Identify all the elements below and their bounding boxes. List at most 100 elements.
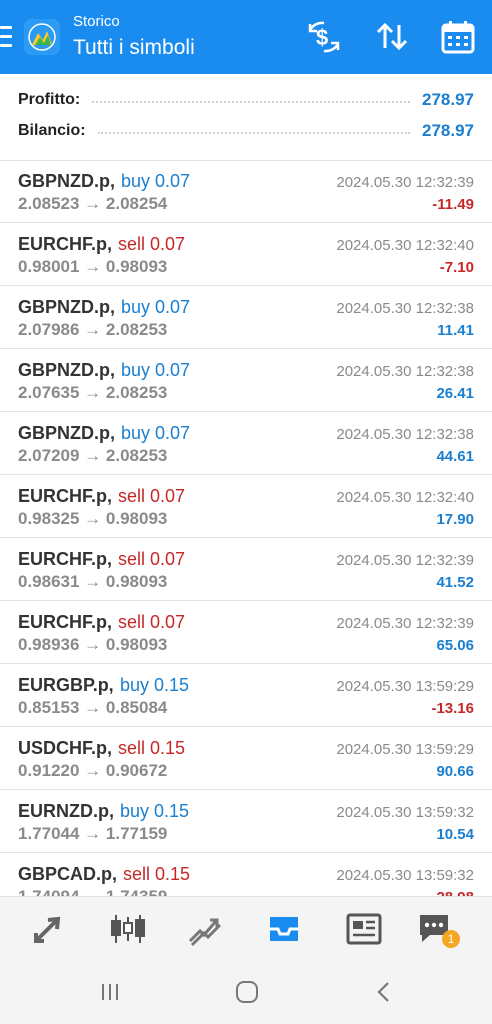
- calendar-icon[interactable]: [438, 18, 478, 56]
- balance-value: 278.97: [422, 121, 474, 140]
- trades-list: GBPNZD.p, buy 0.07 2.08523 → 2.08254 2024.0…: [0, 160, 492, 896]
- trade-time: 2024.05.30 13:59:32: [336, 804, 474, 821]
- system-navigation-bar: [0, 960, 492, 1024]
- chart-icon[interactable]: [108, 911, 148, 947]
- trade-side: sell 0.07: [118, 486, 186, 506]
- menu-icon[interactable]: [0, 26, 12, 48]
- chat-icon[interactable]: 1: [416, 911, 460, 948]
- trade-time: 2024.05.30 12:32:38: [336, 363, 474, 380]
- trade-prices: 1.77044 → 1.77159: [18, 824, 168, 843]
- trade-time: 2024.05.30 13:59:29: [336, 741, 474, 758]
- trade-side: sell 0.07: [118, 612, 186, 632]
- trade-row[interactable]: EURNZD.p, buy 0.15 1.77044 → 1.77159 2024.0…: [0, 790, 492, 853]
- trade-side: buy 0.15: [120, 801, 190, 821]
- trade-profit: 17.90: [436, 511, 474, 528]
- history-icon[interactable]: [264, 911, 304, 947]
- trade-symbol: GBPCAD.p,: [18, 864, 117, 884]
- trade-side: sell 0.07: [118, 549, 186, 569]
- dotted-leader: [97, 132, 410, 134]
- balance-label: Bilancio:: [18, 122, 86, 139]
- profit-row: Profitto: 278.97: [18, 88, 474, 112]
- svg-text:$: $: [316, 25, 328, 50]
- trade-time: 2024.05.30 12:32:38: [336, 426, 474, 443]
- top-app-bar: Storico Tutti i simboli $: [0, 0, 492, 74]
- profit-value: 278.97: [422, 90, 474, 109]
- trade-time: 2024.05.30 12:32:39: [336, 552, 474, 569]
- trade-row[interactable]: GBPNZD.p, buy 0.07 2.07209 → 2.08253 2024.0…: [0, 412, 492, 475]
- recent-apps-icon[interactable]: [96, 978, 126, 1006]
- trade-profit: -11.49: [432, 196, 474, 213]
- trade-prices: 0.98631 → 0.98093: [18, 572, 168, 591]
- trade-profit: 10.54: [436, 826, 474, 843]
- trade-symbol: GBPNZD.p,: [18, 297, 115, 317]
- trade-row[interactable]: EURCHF.p, sell 0.07 0.98325 → 0.98093 2024.…: [0, 475, 492, 538]
- trade-time: 2024.05.30 12:32:38: [336, 300, 474, 317]
- trade-side: sell 0.15: [118, 738, 186, 758]
- trade-prices: 0.85153 → 0.85084: [18, 698, 168, 717]
- trade-prices: 2.07986 → 2.08253: [18, 320, 168, 339]
- trade-row[interactable]: GBPCAD.p, sell 0.15 1.74094 → 1.74359 2024.…: [0, 853, 492, 896]
- trade-time: 2024.05.30 13:59:32: [336, 867, 474, 884]
- trade-prices: 1.74094 → 1.74359: [18, 887, 167, 896]
- trade-side: buy 0.07: [121, 297, 191, 317]
- trade-symbol: EURCHF.p,: [18, 486, 112, 506]
- trade-profit: -28.98: [431, 889, 474, 896]
- trade-prices: 2.07635 → 2.08253: [18, 383, 168, 402]
- trade-prices: 0.91220 → 0.90672: [18, 761, 168, 780]
- trade-side: sell 0.15: [123, 864, 191, 884]
- trade-row[interactable]: EURGBP.p, buy 0.15 0.85153 → 0.85084 2024.0…: [0, 664, 492, 727]
- trade-time: 2024.05.30 12:32:39: [336, 174, 474, 191]
- trade-icon[interactable]: [186, 911, 226, 947]
- trade-profit: -13.16: [431, 700, 474, 717]
- trade-profit: 26.41: [436, 385, 474, 402]
- trade-profit: 44.61: [436, 448, 474, 465]
- trade-time: 2024.05.30 12:32:40: [336, 237, 474, 254]
- trade-profit: 65.06: [436, 637, 474, 654]
- trades-scroll-area[interactable]: GBPNZD.p, buy 0.07 2.08523 → 2.08254 2024.0…: [0, 160, 492, 896]
- trade-symbol: EURCHF.p,: [18, 549, 112, 569]
- trade-side: buy 0.07: [121, 171, 191, 191]
- trade-row[interactable]: EURCHF.p, sell 0.07 0.98001 → 0.98093 2024.…: [0, 223, 492, 286]
- trade-row[interactable]: EURCHF.p, sell 0.07 0.98631 → 0.98093 2024.…: [0, 538, 492, 601]
- trade-symbol: GBPNZD.p,: [18, 171, 115, 191]
- trade-side: sell 0.07: [118, 234, 186, 254]
- trade-prices: 0.98001 → 0.98093: [18, 257, 168, 276]
- trade-row[interactable]: GBPNZD.p, buy 0.07 2.07986 → 2.08253 2024.0…: [0, 286, 492, 349]
- trade-side: buy 0.15: [120, 675, 190, 695]
- trade-symbol: EURCHF.p,: [18, 612, 112, 632]
- trade-row[interactable]: USDCHF.p, sell 0.15 0.91220 → 0.90672 2024.…: [0, 727, 492, 790]
- dotted-leader: [92, 101, 410, 103]
- back-icon[interactable]: [370, 978, 400, 1006]
- trade-profit: 41.52: [436, 574, 474, 591]
- trade-profit: 11.41: [437, 322, 474, 339]
- trade-symbol: GBPNZD.p,: [18, 360, 115, 380]
- trade-prices: 0.98936 → 0.98093: [18, 635, 168, 654]
- home-icon[interactable]: [232, 978, 262, 1006]
- header-title: Tutti i simboli: [73, 36, 195, 59]
- currency-exchange-icon[interactable]: $: [304, 18, 344, 56]
- trade-symbol: EURGBP.p,: [18, 675, 114, 695]
- trade-row[interactable]: GBPNZD.p, buy 0.07 2.08523 → 2.08254 2024.0…: [0, 160, 492, 223]
- trade-profit: -7.10: [439, 259, 474, 276]
- trade-profit: 90.66: [436, 763, 474, 780]
- sort-icon[interactable]: [372, 18, 412, 56]
- trade-side: buy 0.07: [121, 360, 191, 380]
- trade-time: 2024.05.30 13:59:29: [336, 678, 474, 695]
- chat-badge: 1: [448, 932, 455, 946]
- trade-prices: 0.98325 → 0.98093: [18, 509, 168, 528]
- header-subtitle: Storico: [73, 13, 120, 30]
- news-icon[interactable]: [344, 911, 384, 947]
- bottom-navigation: 1: [0, 896, 492, 961]
- trade-symbol: EURNZD.p,: [18, 801, 114, 821]
- quotes-icon[interactable]: [30, 911, 70, 947]
- trade-row[interactable]: EURCHF.p, sell 0.07 0.98936 → 0.98093 2024.…: [0, 601, 492, 664]
- trade-prices: 2.07209 → 2.08253: [18, 446, 168, 465]
- trade-time: 2024.05.30 12:32:40: [336, 489, 474, 506]
- trade-prices: 2.08523 → 2.08254: [18, 194, 168, 213]
- trade-row[interactable]: GBPNZD.p, buy 0.07 2.07635 → 2.08253 2024.0…: [0, 349, 492, 412]
- trade-time: 2024.05.30 12:32:39: [336, 615, 474, 632]
- balance-row: Bilancio: 278.97: [18, 119, 474, 143]
- trade-symbol: USDCHF.p,: [18, 738, 112, 758]
- app-logo-icon: [24, 19, 60, 55]
- trade-side: buy 0.07: [121, 423, 191, 443]
